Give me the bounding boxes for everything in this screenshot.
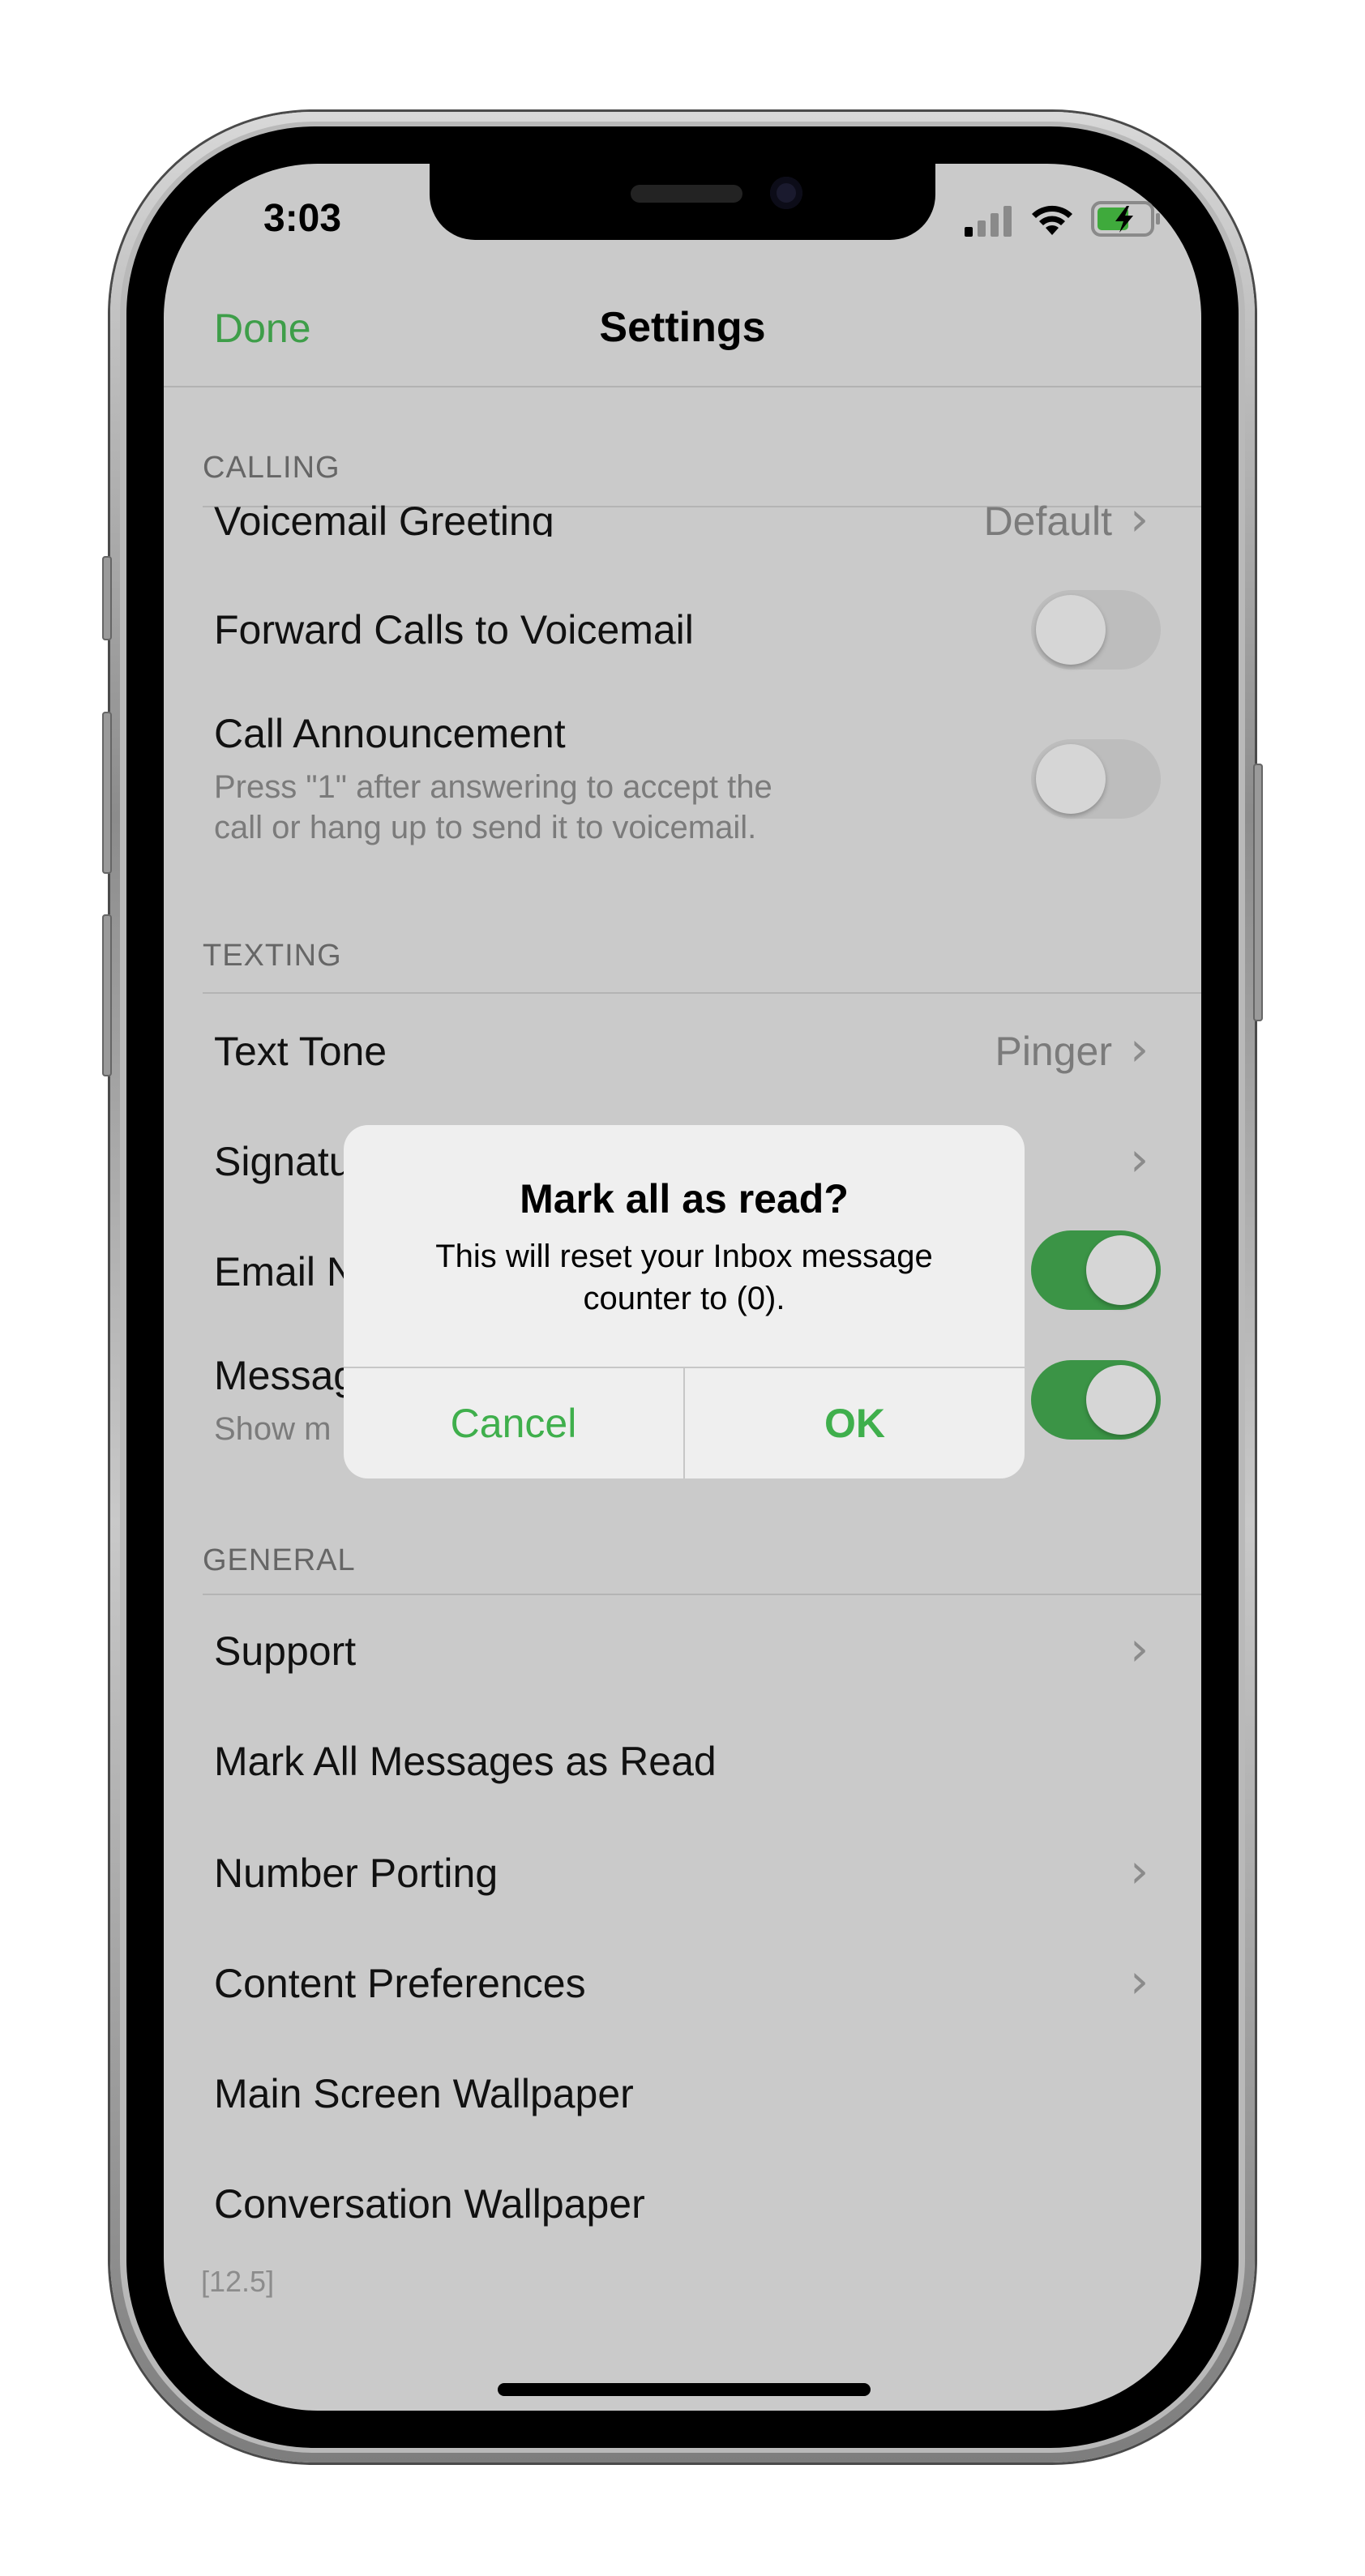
- chevron-right-icon: ›: [1130, 1132, 1149, 1187]
- home-indicator[interactable]: [498, 2383, 871, 2396]
- mark-all-read-row[interactable]: Mark All Messages as Read: [214, 1738, 717, 1785]
- section-header-texting: TEXTING: [203, 939, 342, 973]
- chevron-right-icon: ›: [1130, 1953, 1149, 2009]
- ok-button[interactable]: OK: [685, 1368, 1025, 1478]
- content-preferences-row[interactable]: Content Preferences: [214, 1960, 586, 2007]
- email-notifications-label: Email N: [214, 1249, 357, 1294]
- main-screen-wallpaper-row[interactable]: Main Screen Wallpaper: [214, 2070, 634, 2117]
- toggle-knob: [1086, 1365, 1156, 1435]
- alert-message-line-2: counter to (0).: [583, 1281, 785, 1316]
- app-version: [12.5]: [201, 2265, 275, 2298]
- toggle-knob: [1086, 1235, 1156, 1305]
- signature-row[interactable]: Signatu: [214, 1138, 352, 1185]
- mute-switch: [102, 556, 112, 640]
- chevron-right-icon: ›: [1130, 1843, 1149, 1898]
- power-button: [1253, 764, 1263, 1021]
- message-preview-toggle[interactable]: [1031, 1360, 1161, 1440]
- wifi-icon: [1032, 205, 1072, 235]
- section-header-general: GENERAL: [203, 1543, 356, 1577]
- toggle-knob: [1036, 744, 1106, 814]
- voicemail-greeting-row[interactable]: Voicemail Greeting: [214, 496, 554, 537]
- section-header-calling: CALLING: [203, 451, 340, 485]
- alert-message-line-1: This will reset your Inbox message: [435, 1239, 933, 1274]
- chevron-right-icon: ›: [1130, 491, 1149, 537]
- cancel-button[interactable]: Cancel: [344, 1368, 683, 1478]
- front-camera: [770, 177, 802, 209]
- status-time: 3:03: [263, 197, 342, 240]
- forward-calls-toggle[interactable]: [1031, 590, 1161, 670]
- signal-icon: [965, 206, 1012, 237]
- nav-separator: [164, 386, 1201, 387]
- support-row[interactable]: Support: [214, 1628, 356, 1675]
- alert-message: This will reset your Inbox message count…: [400, 1235, 968, 1320]
- message-preview-label: Messag: [214, 1353, 357, 1398]
- volume-up-button: [102, 712, 112, 874]
- text-tone-row[interactable]: Text Tone: [214, 1028, 387, 1075]
- text-tone-value: Pinger: [995, 1029, 1112, 1074]
- chevron-right-icon: ›: [1130, 1621, 1149, 1676]
- alert-dialog: Mark all as read? This will reset your I…: [344, 1125, 1025, 1478]
- toggle-knob: [1036, 595, 1106, 665]
- divider: [203, 992, 1201, 994]
- alert-title: Mark all as read?: [520, 1176, 849, 1222]
- number-porting-row[interactable]: Number Porting: [214, 1850, 498, 1897]
- call-announcement-toggle[interactable]: [1031, 739, 1161, 819]
- volume-down-button: [102, 914, 112, 1076]
- voicemail-greeting-value: Default: [983, 499, 1112, 537]
- page-title: Settings: [599, 304, 766, 351]
- message-preview-subtitle: Show m: [214, 1411, 332, 1447]
- call-announcement-label: Call Announcement: [214, 711, 566, 756]
- divider: [203, 1594, 1201, 1595]
- conversation-wallpaper-row[interactable]: Conversation Wallpaper: [214, 2180, 645, 2227]
- email-notifications-toggle[interactable]: [1031, 1230, 1161, 1310]
- call-announcement-subtitle-2: call or hang up to send it to voicemail.: [214, 810, 757, 845]
- chevron-right-icon: ›: [1130, 1021, 1149, 1076]
- battery-charging-icon: [1091, 201, 1160, 237]
- forward-calls-label: Forward Calls to Voicemail: [214, 607, 694, 653]
- call-announcement-subtitle-1: Press "1" after answering to accept the: [214, 769, 772, 805]
- speaker: [631, 185, 742, 203]
